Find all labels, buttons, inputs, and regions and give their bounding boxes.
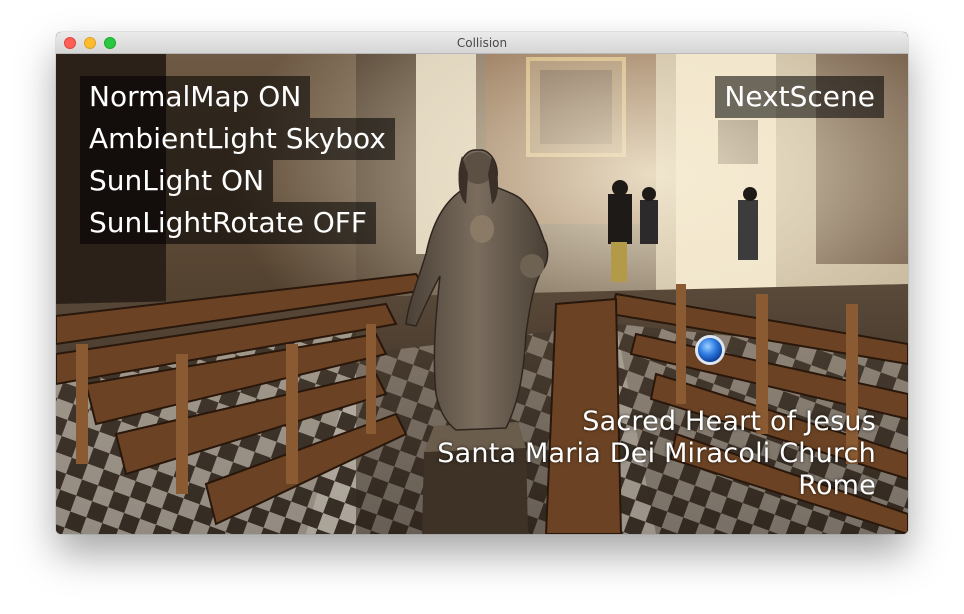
collision-marker-icon[interactable] xyxy=(698,338,722,362)
normal-map-toggle[interactable]: NormalMap ON xyxy=(80,76,311,118)
title-bar[interactable]: Collision xyxy=(56,32,908,54)
next-scene-button[interactable]: NextScene xyxy=(715,76,884,118)
ambient-light-toggle[interactable]: AmbientLight Skybox xyxy=(80,118,395,160)
sun-light-rotate-toggle[interactable]: SunLightRotate OFF xyxy=(80,202,376,244)
sun-light-toggle[interactable]: SunLight ON xyxy=(80,160,274,202)
3d-scene-viewport[interactable]: NormalMap ON AmbientLight Skybox SunLigh… xyxy=(56,54,908,534)
caption-location: Santa Maria Dei Miracoli Church xyxy=(437,438,876,469)
window-title: Collision xyxy=(456,36,508,50)
caption-city: Rome xyxy=(798,470,876,501)
caption-title: Sacred Heart of Jesus xyxy=(582,406,876,437)
app-window: Collision NormalMap ON AmbientLight Skyb… xyxy=(56,32,908,534)
scene-caption: Sacred Heart of Jesus Santa Maria Dei Mi… xyxy=(437,406,876,502)
